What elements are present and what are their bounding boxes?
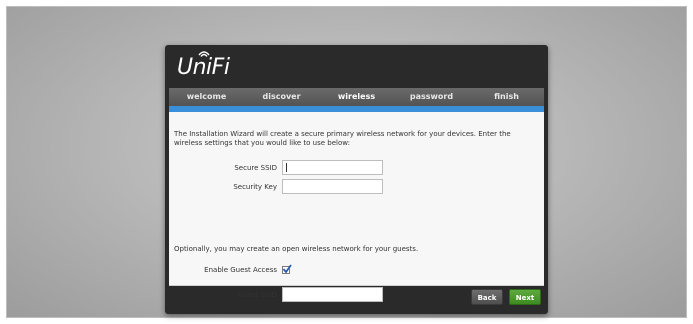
- guest-access-label: Enable Guest Access: [204, 266, 277, 274]
- secure-ssid-row: Secure SSID: [169, 159, 383, 176]
- logo-text: UniFi: [177, 55, 230, 80]
- secure-ssid-input[interactable]: [282, 160, 383, 175]
- background-frame: UniFi welcome discover wireless password…: [6, 6, 687, 318]
- guest-access-checkbox[interactable]: [282, 264, 292, 274]
- security-key-label: Security Key: [233, 182, 277, 191]
- installation-wizard-panel: UniFi welcome discover wireless password…: [165, 45, 548, 314]
- checkmark-icon: [282, 264, 292, 274]
- guest-access-row: Enable Guest Access: [169, 264, 292, 276]
- text-cursor: [286, 162, 287, 172]
- guest-ssid-row: Guest SSID: [169, 286, 383, 303]
- unifi-logo: UniFi: [177, 54, 230, 82]
- wizard-tabs: welcome discover wireless password finis…: [169, 88, 544, 106]
- secure-ssid-label: Secure SSID: [234, 163, 277, 172]
- tab-finish[interactable]: finish: [469, 88, 544, 106]
- guest-network-note: Optionally, you may create an open wirel…: [174, 245, 419, 253]
- security-key-input[interactable]: [282, 179, 383, 194]
- wireless-settings-form: The Installation Wizard will create a se…: [169, 112, 544, 302]
- back-button[interactable]: Back: [471, 289, 503, 305]
- security-key-row: Security Key: [169, 178, 383, 195]
- tab-welcome[interactable]: welcome: [169, 88, 244, 106]
- guest-ssid-input[interactable]: [282, 287, 383, 302]
- tab-password[interactable]: password: [394, 88, 469, 106]
- wifi-logo-icon: [198, 51, 210, 57]
- guest-ssid-label: Guest SSID: [237, 290, 277, 299]
- intro-text: The Installation Wizard will create a se…: [174, 130, 511, 147]
- tab-wireless[interactable]: wireless: [319, 88, 394, 106]
- next-button[interactable]: Next: [509, 289, 541, 305]
- tab-discover[interactable]: discover: [244, 88, 319, 106]
